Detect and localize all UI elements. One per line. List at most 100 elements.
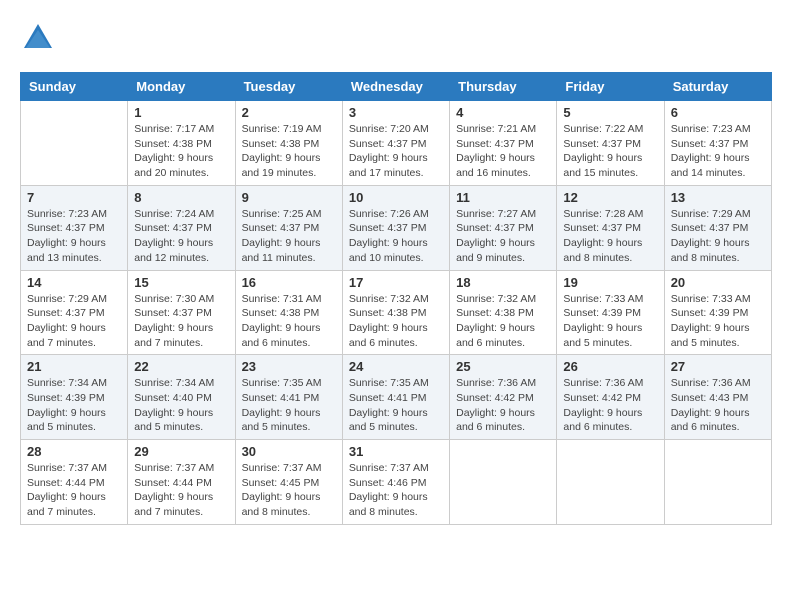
calendar-header-sunday: Sunday [21, 73, 128, 101]
calendar-cell: 5 Sunrise: 7:22 AM Sunset: 4:37 PM Daylig… [557, 101, 664, 186]
day-number: 31 [349, 444, 443, 459]
calendar-cell: 12 Sunrise: 7:28 AM Sunset: 4:37 PM Dayli… [557, 185, 664, 270]
calendar-cell: 21 Sunrise: 7:34 AM Sunset: 4:39 PM Dayli… [21, 355, 128, 440]
day-number: 3 [349, 105, 443, 120]
calendar-week-row: 14 Sunrise: 7:29 AM Sunset: 4:37 PM Dayli… [21, 270, 772, 355]
day-number: 28 [27, 444, 121, 459]
calendar-week-row: 21 Sunrise: 7:34 AM Sunset: 4:39 PM Dayli… [21, 355, 772, 440]
calendar-cell: 30 Sunrise: 7:37 AM Sunset: 4:45 PM Dayli… [235, 440, 342, 525]
day-info: Sunrise: 7:37 AM Sunset: 4:44 PM Dayligh… [27, 461, 121, 520]
calendar-cell: 9 Sunrise: 7:25 AM Sunset: 4:37 PM Daylig… [235, 185, 342, 270]
calendar-cell: 10 Sunrise: 7:26 AM Sunset: 4:37 PM Dayli… [342, 185, 449, 270]
day-number: 11 [456, 190, 550, 205]
day-info: Sunrise: 7:25 AM Sunset: 4:37 PM Dayligh… [242, 207, 336, 266]
calendar-cell [664, 440, 771, 525]
day-number: 12 [563, 190, 657, 205]
day-info: Sunrise: 7:27 AM Sunset: 4:37 PM Dayligh… [456, 207, 550, 266]
day-number: 30 [242, 444, 336, 459]
calendar-cell [557, 440, 664, 525]
day-number: 10 [349, 190, 443, 205]
day-number: 1 [134, 105, 228, 120]
calendar-week-row: 7 Sunrise: 7:23 AM Sunset: 4:37 PM Daylig… [21, 185, 772, 270]
day-info: Sunrise: 7:28 AM Sunset: 4:37 PM Dayligh… [563, 207, 657, 266]
day-info: Sunrise: 7:29 AM Sunset: 4:37 PM Dayligh… [671, 207, 765, 266]
day-number: 6 [671, 105, 765, 120]
calendar-header-saturday: Saturday [664, 73, 771, 101]
day-info: Sunrise: 7:23 AM Sunset: 4:37 PM Dayligh… [27, 207, 121, 266]
day-number: 18 [456, 275, 550, 290]
day-info: Sunrise: 7:35 AM Sunset: 4:41 PM Dayligh… [242, 376, 336, 435]
calendar-cell: 7 Sunrise: 7:23 AM Sunset: 4:37 PM Daylig… [21, 185, 128, 270]
day-number: 22 [134, 359, 228, 374]
day-number: 23 [242, 359, 336, 374]
day-number: 14 [27, 275, 121, 290]
calendar-cell: 13 Sunrise: 7:29 AM Sunset: 4:37 PM Dayli… [664, 185, 771, 270]
calendar-week-row: 1Sunrise: 7:17 AM Sunset: 4:38 PM Daylig… [21, 101, 772, 186]
calendar-cell: 1Sunrise: 7:17 AM Sunset: 4:38 PM Daylig… [128, 101, 235, 186]
calendar-cell: 26Sunrise: 7:36 AM Sunset: 4:42 PM Dayli… [557, 355, 664, 440]
day-info: Sunrise: 7:23 AM Sunset: 4:37 PM Dayligh… [671, 122, 765, 181]
day-info: Sunrise: 7:37 AM Sunset: 4:44 PM Dayligh… [134, 461, 228, 520]
day-info: Sunrise: 7:20 AM Sunset: 4:37 PM Dayligh… [349, 122, 443, 181]
day-info: Sunrise: 7:33 AM Sunset: 4:39 PM Dayligh… [671, 292, 765, 351]
day-number: 13 [671, 190, 765, 205]
day-info: Sunrise: 7:36 AM Sunset: 4:42 PM Dayligh… [563, 376, 657, 435]
day-info: Sunrise: 7:29 AM Sunset: 4:37 PM Dayligh… [27, 292, 121, 351]
day-info: Sunrise: 7:26 AM Sunset: 4:37 PM Dayligh… [349, 207, 443, 266]
day-info: Sunrise: 7:33 AM Sunset: 4:39 PM Dayligh… [563, 292, 657, 351]
calendar-cell: 11 Sunrise: 7:27 AM Sunset: 4:37 PM Dayli… [450, 185, 557, 270]
day-number: 2 [242, 105, 336, 120]
day-number: 27 [671, 359, 765, 374]
day-info: Sunrise: 7:36 AM Sunset: 4:42 PM Dayligh… [456, 376, 550, 435]
day-number: 16 [242, 275, 336, 290]
calendar-cell: 19 Sunrise: 7:33 AM Sunset: 4:39 PM Dayli… [557, 270, 664, 355]
day-number: 7 [27, 190, 121, 205]
calendar-cell: 22 Sunrise: 7:34 AM Sunset: 4:40 PM Dayli… [128, 355, 235, 440]
page-header [20, 20, 772, 56]
calendar-cell: 15Sunrise: 7:30 AM Sunset: 4:37 PM Dayli… [128, 270, 235, 355]
calendar-header-wednesday: Wednesday [342, 73, 449, 101]
day-number: 24 [349, 359, 443, 374]
calendar-cell: 16 Sunrise: 7:31 AM Sunset: 4:38 PM Dayli… [235, 270, 342, 355]
day-info: Sunrise: 7:34 AM Sunset: 4:40 PM Dayligh… [134, 376, 228, 435]
calendar-header-friday: Friday [557, 73, 664, 101]
calendar-cell: 23 Sunrise: 7:35 AM Sunset: 4:41 PM Dayli… [235, 355, 342, 440]
calendar-cell: 24 Sunrise: 7:35 AM Sunset: 4:41 PM Dayli… [342, 355, 449, 440]
calendar-cell: 28 Sunrise: 7:37 AM Sunset: 4:44 PM Dayli… [21, 440, 128, 525]
calendar-cell: 27 Sunrise: 7:36 AM Sunset: 4:43 PM Dayli… [664, 355, 771, 440]
day-info: Sunrise: 7:36 AM Sunset: 4:43 PM Dayligh… [671, 376, 765, 435]
day-info: Sunrise: 7:35 AM Sunset: 4:41 PM Dayligh… [349, 376, 443, 435]
day-info: Sunrise: 7:30 AM Sunset: 4:37 PM Dayligh… [134, 292, 228, 351]
calendar-cell: 25 Sunrise: 7:36 AM Sunset: 4:42 PM Dayli… [450, 355, 557, 440]
day-number: 25 [456, 359, 550, 374]
calendar-cell [21, 101, 128, 186]
calendar-header-tuesday: Tuesday [235, 73, 342, 101]
calendar-header-monday: Monday [128, 73, 235, 101]
calendar-cell: 4 Sunrise: 7:21 AM Sunset: 4:37 PM Daylig… [450, 101, 557, 186]
calendar-header-row: SundayMondayTuesdayWednesdayThursdayFrid… [21, 73, 772, 101]
day-info: Sunrise: 7:37 AM Sunset: 4:46 PM Dayligh… [349, 461, 443, 520]
day-number: 4 [456, 105, 550, 120]
day-info: Sunrise: 7:31 AM Sunset: 4:38 PM Dayligh… [242, 292, 336, 351]
calendar-header-thursday: Thursday [450, 73, 557, 101]
calendar-cell: 20Sunrise: 7:33 AM Sunset: 4:39 PM Dayli… [664, 270, 771, 355]
calendar-cell: 8Sunrise: 7:24 AM Sunset: 4:37 PM Daylig… [128, 185, 235, 270]
day-info: Sunrise: 7:22 AM Sunset: 4:37 PM Dayligh… [563, 122, 657, 181]
day-info: Sunrise: 7:32 AM Sunset: 4:38 PM Dayligh… [456, 292, 550, 351]
day-number: 19 [563, 275, 657, 290]
logo [20, 20, 60, 56]
day-number: 17 [349, 275, 443, 290]
calendar-cell: 18 Sunrise: 7:32 AM Sunset: 4:38 PM Dayli… [450, 270, 557, 355]
calendar-week-row: 28 Sunrise: 7:37 AM Sunset: 4:44 PM Dayli… [21, 440, 772, 525]
day-number: 21 [27, 359, 121, 374]
calendar-cell: 14 Sunrise: 7:29 AM Sunset: 4:37 PM Dayli… [21, 270, 128, 355]
day-info: Sunrise: 7:21 AM Sunset: 4:37 PM Dayligh… [456, 122, 550, 181]
day-number: 5 [563, 105, 657, 120]
day-info: Sunrise: 7:24 AM Sunset: 4:37 PM Dayligh… [134, 207, 228, 266]
day-info: Sunrise: 7:37 AM Sunset: 4:45 PM Dayligh… [242, 461, 336, 520]
day-number: 9 [242, 190, 336, 205]
day-number: 29 [134, 444, 228, 459]
day-info: Sunrise: 7:34 AM Sunset: 4:39 PM Dayligh… [27, 376, 121, 435]
calendar-cell: 17Sunrise: 7:32 AM Sunset: 4:38 PM Dayli… [342, 270, 449, 355]
calendar-cell: 31 Sunrise: 7:37 AM Sunset: 4:46 PM Dayli… [342, 440, 449, 525]
